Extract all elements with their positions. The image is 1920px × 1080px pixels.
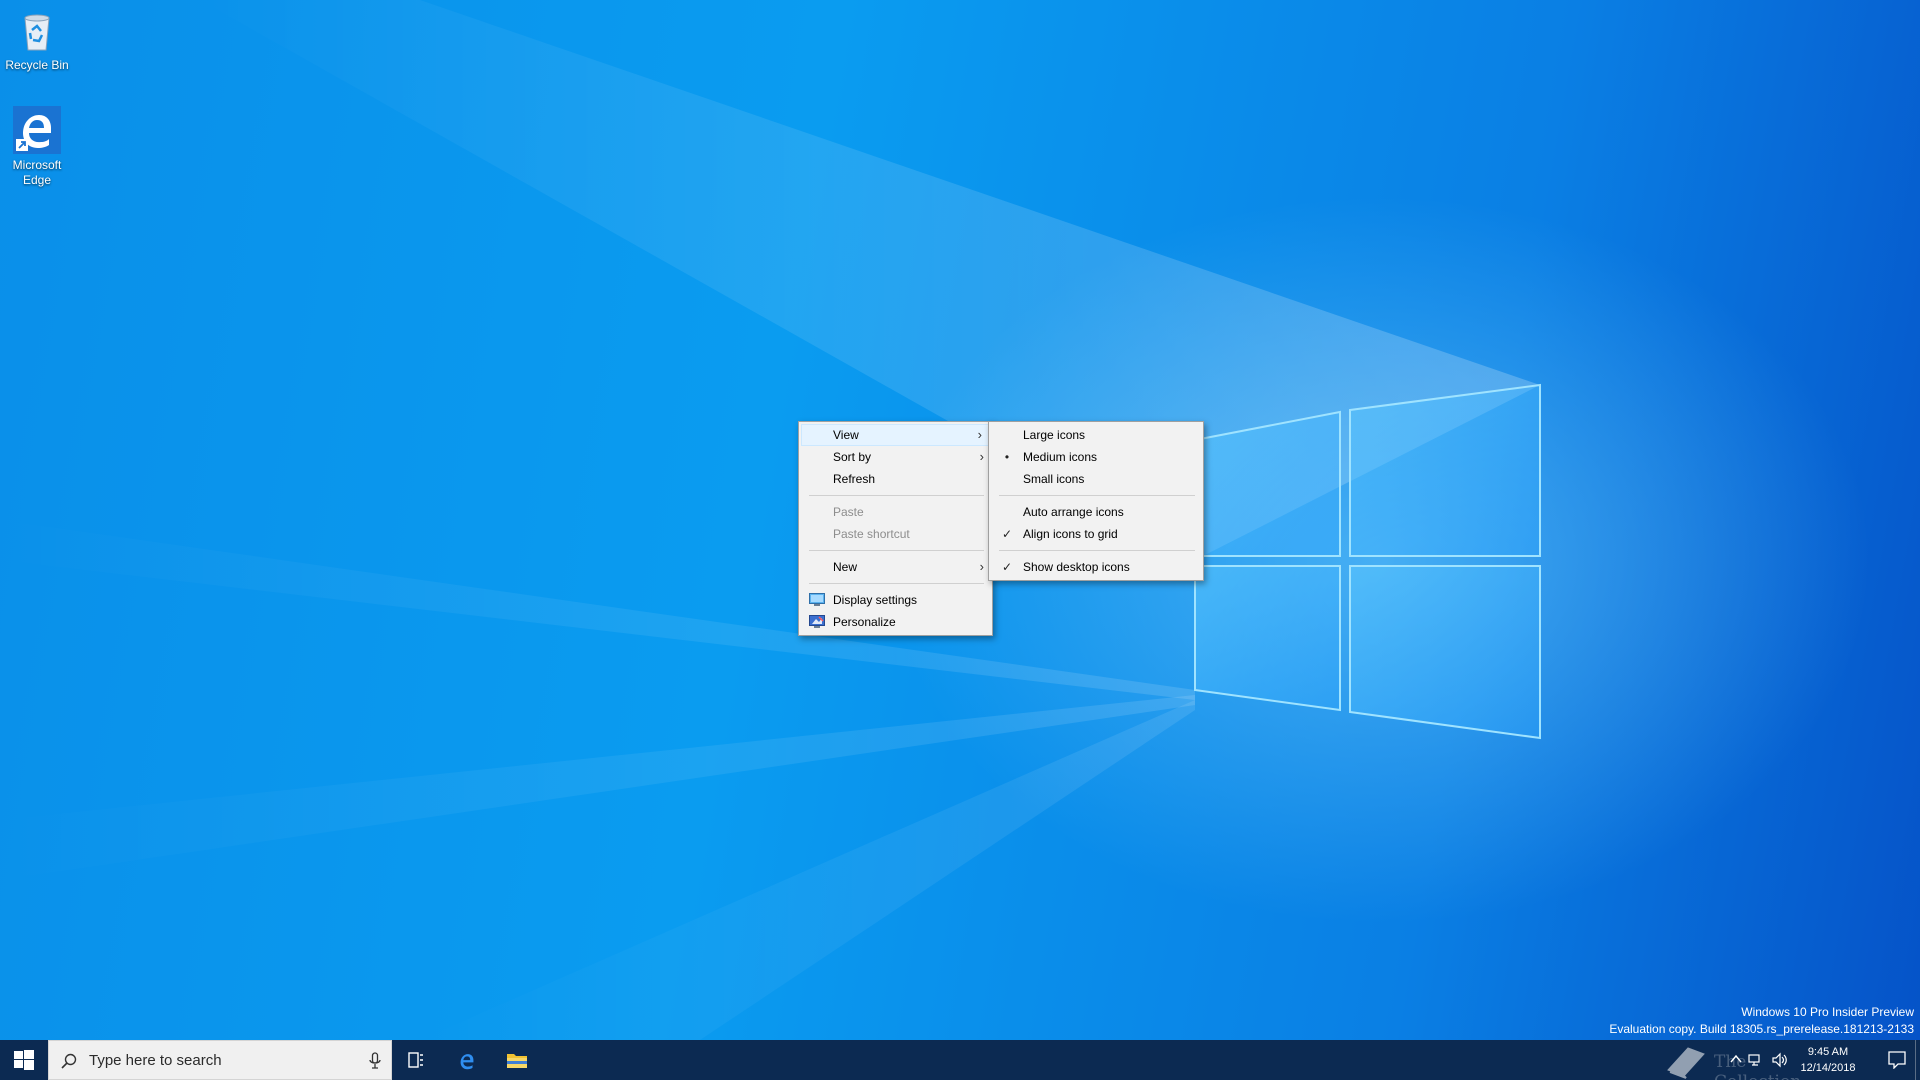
chevron-right-icon: ›	[977, 427, 982, 442]
taskbar: Type here to search The Collectio	[0, 1040, 1920, 1080]
menu-item-label: Refresh	[833, 472, 876, 486]
volume-icon[interactable]	[1772, 1052, 1788, 1071]
watermark-edition: Windows 10 Pro Insider Preview	[1741, 1005, 1914, 1019]
menu-item-label: Align icons to grid	[1023, 527, 1118, 541]
menu-item-label: Auto arrange icons	[1023, 505, 1124, 519]
action-center-icon[interactable]	[1888, 1051, 1906, 1069]
menu-item-view[interactable]: View ›	[801, 424, 990, 446]
submenu-item-large-icons[interactable]: Large icons	[989, 424, 1203, 446]
taskbar-search-box[interactable]: Type here to search	[48, 1040, 392, 1080]
personalize-icon	[809, 615, 825, 628]
collection-book-overlay: The Collection Book	[1660, 1040, 1801, 1080]
task-view-icon	[408, 1052, 423, 1068]
watermark-build: Evaluation copy. Build 18305.rs_prerelea…	[1609, 1022, 1914, 1036]
menu-item-display-settings[interactable]: Display settings	[799, 589, 992, 611]
start-button[interactable]	[0, 1040, 48, 1080]
menu-item-label: Show desktop icons	[1023, 560, 1130, 574]
submenu-item-align-icons-to-grid[interactable]: ✓ Align icons to grid	[989, 523, 1203, 545]
checkmark-icon: ✓	[1001, 560, 1013, 574]
menu-item-label: Paste shortcut	[833, 527, 910, 541]
book-icon	[1667, 1047, 1705, 1079]
microphone-icon[interactable]	[369, 1052, 381, 1070]
menu-item-personalize[interactable]: Personalize	[799, 611, 992, 633]
windows-logo-icon	[14, 1050, 34, 1070]
edge-icon	[460, 1054, 474, 1070]
desktop-icon-label: Microsoft Edge	[12, 158, 62, 187]
menu-item-label: Small icons	[1023, 472, 1085, 486]
menu-item-sort-by[interactable]: Sort by ›	[799, 446, 992, 468]
menu-item-label: New	[833, 560, 858, 574]
menu-separator	[809, 550, 984, 551]
desktop[interactable]: Recycle Bin Microsoft Edge View › Sort b…	[0, 0, 1920, 1040]
taskbar-edge-button[interactable]	[442, 1040, 490, 1080]
edge-icon	[13, 106, 61, 154]
menu-item-paste[interactable]: Paste	[799, 501, 992, 523]
radio-bullet-icon: •	[1004, 450, 1010, 464]
clock-date: 12/14/2018	[1800, 1062, 1856, 1074]
menu-item-label: Paste	[833, 505, 864, 519]
submenu-item-small-icons[interactable]: Small icons	[989, 468, 1203, 490]
submenu-item-show-desktop-icons[interactable]: ✓ Show desktop icons	[989, 556, 1203, 578]
folder-icon	[507, 1054, 527, 1068]
submenu-item-auto-arrange-icons[interactable]: Auto arrange icons	[989, 501, 1203, 523]
search-icon	[61, 1053, 77, 1069]
build-watermark: Windows 10 Pro Insider Preview Evaluatio…	[1609, 1004, 1914, 1038]
clock-time: 9:45 AM	[1807, 1046, 1849, 1058]
taskbar-file-explorer-button[interactable]	[492, 1040, 540, 1080]
network-icon[interactable]	[1748, 1052, 1764, 1071]
view-submenu: Large icons • Medium icons Small icons A…	[988, 421, 1204, 581]
menu-item-label: Display settings	[833, 593, 918, 607]
menu-item-label: View	[833, 428, 859, 442]
menu-separator	[809, 495, 984, 496]
menu-item-new[interactable]: New ›	[799, 556, 992, 578]
chevron-right-icon: ›	[979, 449, 984, 464]
menu-item-label: Sort by	[833, 450, 872, 464]
menu-separator	[999, 495, 1195, 496]
search-placeholder: Type here to search	[89, 1052, 222, 1069]
menu-separator	[999, 550, 1195, 551]
menu-separator	[809, 583, 984, 584]
system-tray: The Collection Book 9:45 AM 12/14/2018	[1660, 1040, 1920, 1080]
menu-item-paste-shortcut[interactable]: Paste shortcut	[799, 523, 992, 545]
chevron-right-icon: ›	[979, 559, 984, 574]
display-settings-icon	[809, 593, 825, 606]
taskbar-clock[interactable]: 9:45 AM 12/14/2018	[1788, 1044, 1868, 1076]
submenu-item-medium-icons[interactable]: • Medium icons	[989, 446, 1203, 468]
desktop-icon-microsoft-edge[interactable]: Microsoft Edge	[0, 106, 74, 188]
desktop-context-menu: View › Sort by › Refresh Paste Paste sho…	[798, 421, 993, 636]
task-view-button[interactable]	[392, 1040, 440, 1080]
menu-item-label: Medium icons	[1023, 450, 1098, 464]
desktop-icon-label: Recycle Bin	[5, 58, 69, 72]
show-desktop-button[interactable]	[1915, 1040, 1920, 1080]
menu-item-refresh[interactable]: Refresh	[799, 468, 992, 490]
desktop-icon-recycle-bin[interactable]: Recycle Bin	[0, 6, 74, 73]
menu-item-label: Large icons	[1023, 428, 1086, 442]
checkmark-icon: ✓	[1001, 527, 1013, 541]
menu-item-label: Personalize	[833, 615, 896, 629]
recycle-bin-icon	[13, 6, 61, 54]
chevron-up-icon[interactable]	[1730, 1052, 1742, 1067]
